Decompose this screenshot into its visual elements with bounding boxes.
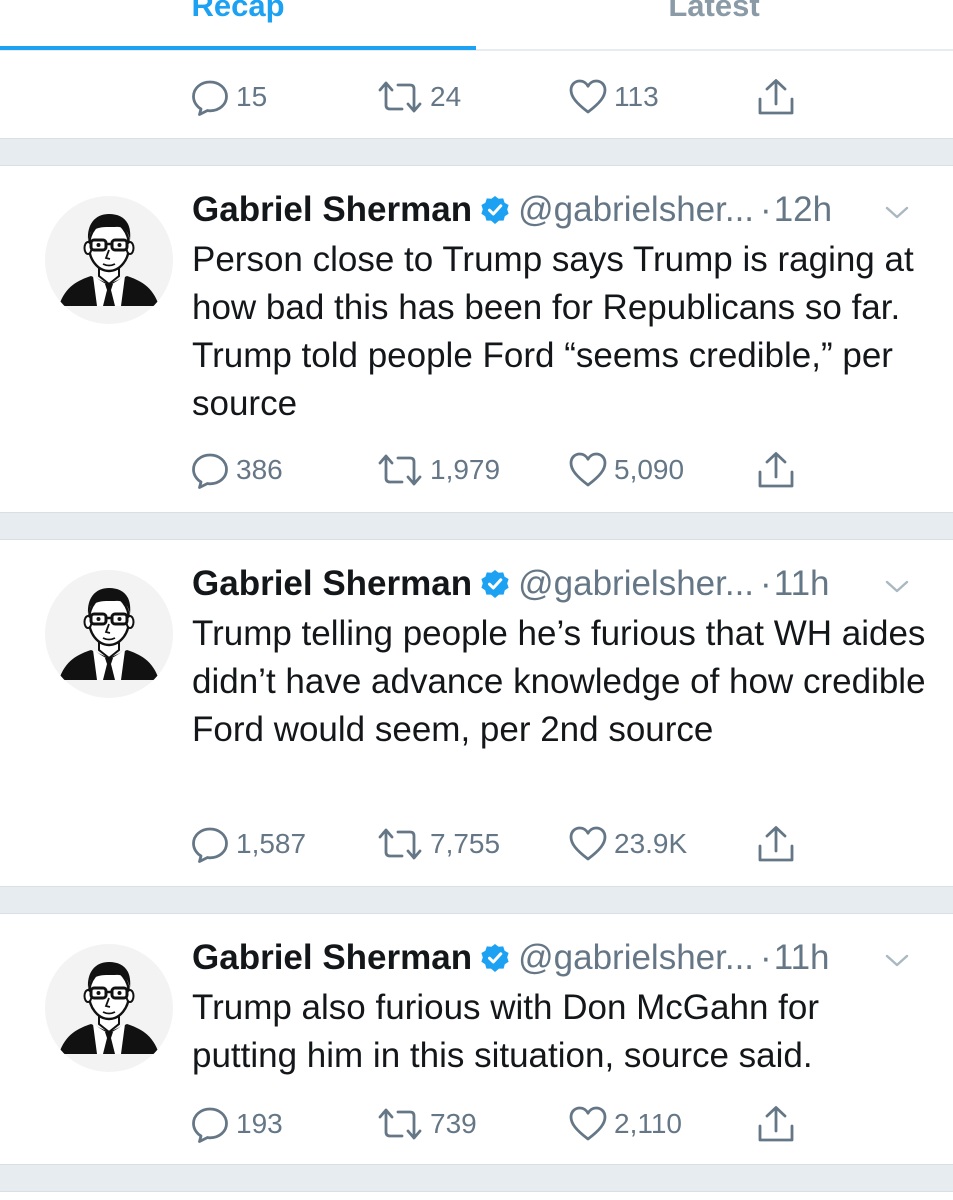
tweet[interactable]: Gabriel Sherman @gabrielsher... ·11h Trump… [0, 914, 953, 1164]
reply-count: 193 [236, 1108, 283, 1139]
author-handle[interactable]: @gabrielsher... [518, 938, 754, 977]
reply-count: 15 [236, 81, 268, 112]
reply-icon [190, 1104, 230, 1144]
tweet-header: Gabriel Sherman @gabrielsher... ·11h [192, 936, 830, 980]
tweet-actions: 1,587 7,755 23.9K [190, 824, 810, 864]
tweet[interactable]: Gabriel Sherman @gabrielsher... ·12h Perso… [0, 166, 953, 512]
portrait-illustration [45, 944, 173, 1072]
tweet-divider [0, 512, 953, 540]
tweet-timestamp[interactable]: 11h [774, 938, 830, 977]
tweet-text: Person close to Trump says Trump is ragi… [192, 240, 914, 423]
retweet-count: 1,979 [430, 454, 501, 485]
tweet-actions: 386 1,979 5,090 [190, 450, 810, 490]
verified-badge-icon [480, 569, 510, 599]
heart-icon [568, 1104, 608, 1144]
author-handle[interactable]: @gabrielsher... [518, 190, 754, 229]
retweet-icon [376, 450, 424, 490]
active-tab-indicator [0, 46, 476, 50]
tweet-divider [0, 138, 953, 166]
reply-icon [190, 450, 230, 490]
share-button[interactable] [756, 77, 796, 117]
chevron-down-icon[interactable] [885, 206, 909, 220]
tweet-divider [0, 886, 953, 914]
retweet-button[interactable]: 739 [376, 1104, 477, 1144]
retweet-button[interactable]: 7,755 [376, 824, 500, 864]
reply-button[interactable]: 386 [190, 450, 283, 490]
reply-button[interactable]: 193 [190, 1104, 283, 1144]
share-button[interactable] [756, 450, 796, 490]
tweet-actions: 193 739 2,110 [190, 1104, 810, 1144]
avatar[interactable] [45, 570, 173, 698]
tweet-header: Gabriel Sherman @gabrielsher... ·11h [192, 562, 830, 606]
author-handle[interactable]: @gabrielsher... [518, 564, 754, 603]
retweet-icon [376, 77, 424, 117]
like-button[interactable]: 2,110 [568, 1104, 682, 1144]
tweet[interactable]: Gabriel Sherman @gabrielsher... ·11h Trump… [0, 540, 953, 886]
separator-dot: · [760, 564, 772, 603]
share-icon [756, 824, 796, 864]
tweet-timestamp[interactable]: 11h [774, 564, 830, 603]
reply-count: 1,587 [236, 828, 307, 859]
portrait-illustration [45, 570, 173, 698]
like-button[interactable]: 5,090 [568, 450, 684, 490]
tweet-text: Trump also furious with Don McGahn for p… [192, 988, 819, 1075]
chevron-down-icon[interactable] [885, 580, 909, 594]
reply-icon [190, 77, 230, 117]
retweet-button[interactable]: 24 [376, 77, 461, 117]
reply-count: 386 [236, 454, 283, 485]
author-name[interactable]: Gabriel Sherman [192, 564, 472, 603]
timeline-tabs: Recap Latest [0, 0, 953, 51]
like-button[interactable]: 23.9K [568, 824, 687, 864]
previous-tweet-actions: 15 24 113 [190, 77, 810, 117]
share-button[interactable] [756, 824, 796, 864]
like-button[interactable]: 113 [568, 77, 659, 117]
like-count: 5,090 [614, 454, 685, 485]
tweet-text: Trump telling people he’s furious that W… [192, 614, 926, 749]
share-icon [756, 77, 796, 117]
like-count: 23.9K [614, 828, 688, 859]
tab-recap[interactable]: Recap [0, 0, 476, 26]
tweet-header: Gabriel Sherman @gabrielsher... ·12h [192, 188, 832, 232]
author-name[interactable]: Gabriel Sherman [192, 190, 472, 229]
reply-icon [190, 824, 230, 864]
chevron-down-icon[interactable] [885, 954, 909, 968]
tweet-timestamp[interactable]: 12h [774, 190, 832, 229]
separator-dot: · [760, 938, 772, 977]
heart-icon [568, 450, 608, 490]
retweet-button[interactable]: 1,979 [376, 450, 500, 490]
retweet-icon [376, 824, 424, 864]
separator-dot: · [760, 190, 772, 229]
like-count: 113 [614, 81, 659, 112]
portrait-illustration [45, 196, 173, 324]
tweet-divider [0, 1164, 953, 1192]
tab-latest[interactable]: Latest [476, 0, 952, 26]
heart-icon [568, 77, 608, 117]
heart-icon [568, 824, 608, 864]
share-button[interactable] [756, 1104, 796, 1144]
author-name[interactable]: Gabriel Sherman [192, 938, 472, 977]
avatar[interactable] [45, 196, 173, 324]
retweet-count: 739 [430, 1108, 477, 1139]
share-icon [756, 1104, 796, 1144]
retweet-count: 7,755 [430, 828, 501, 859]
retweet-count: 24 [430, 81, 462, 112]
retweet-icon [376, 1104, 424, 1144]
like-count: 2,110 [614, 1108, 682, 1139]
reply-button[interactable]: 15 [190, 77, 267, 117]
reply-button[interactable]: 1,587 [190, 824, 306, 864]
avatar[interactable] [45, 944, 173, 1072]
verified-badge-icon [480, 195, 510, 225]
verified-badge-icon [480, 943, 510, 973]
share-icon [756, 450, 796, 490]
